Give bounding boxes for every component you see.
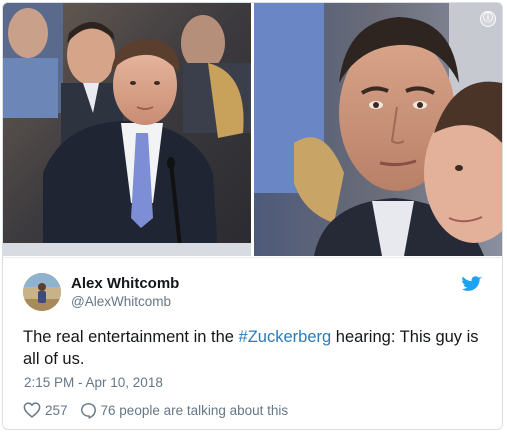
tweet-media[interactable]: ⓘ <box>3 3 502 256</box>
conversation-link[interactable]: 76 people are talking about this <box>80 402 289 419</box>
hearing-photo-left <box>3 3 251 256</box>
tweet-photo-left[interactable] <box>3 3 251 256</box>
hearing-photo-right <box>254 3 502 256</box>
reply-bubble-icon <box>80 402 96 419</box>
tweet-photo-right[interactable]: ⓘ <box>254 3 502 256</box>
author-handle[interactable]: @AlexWhitcomb <box>71 294 171 309</box>
hashtag-link[interactable]: #Zuckerberg <box>239 328 332 346</box>
tweet-text: The real entertainment in the #Zuckerber… <box>23 326 483 370</box>
info-icon[interactable]: ⓘ <box>480 11 496 27</box>
author-name[interactable]: Alex Whitcomb <box>71 275 179 292</box>
tweet-actions: 257 76 people are talking about this <box>23 401 288 419</box>
like-count: 257 <box>45 402 68 418</box>
conversation-count: 76 people are talking about this <box>100 402 289 418</box>
avatar[interactable] <box>23 273 61 311</box>
avatar-image <box>23 273 61 311</box>
embedded-tweet-card[interactable]: ⓘ Alex Whitcomb @AlexWhitcomb The real e… <box>2 2 503 430</box>
heart-icon <box>23 402 41 418</box>
twitter-bird-icon[interactable] <box>462 276 482 293</box>
tweet-body: Alex Whitcomb @AlexWhitcomb The real ent… <box>3 257 502 429</box>
tweet-timestamp[interactable]: 2:15 PM - Apr 10, 2018 <box>24 375 163 390</box>
like-button[interactable]: 257 <box>23 402 80 418</box>
tweet-text-before: The real entertainment in the <box>23 328 239 346</box>
